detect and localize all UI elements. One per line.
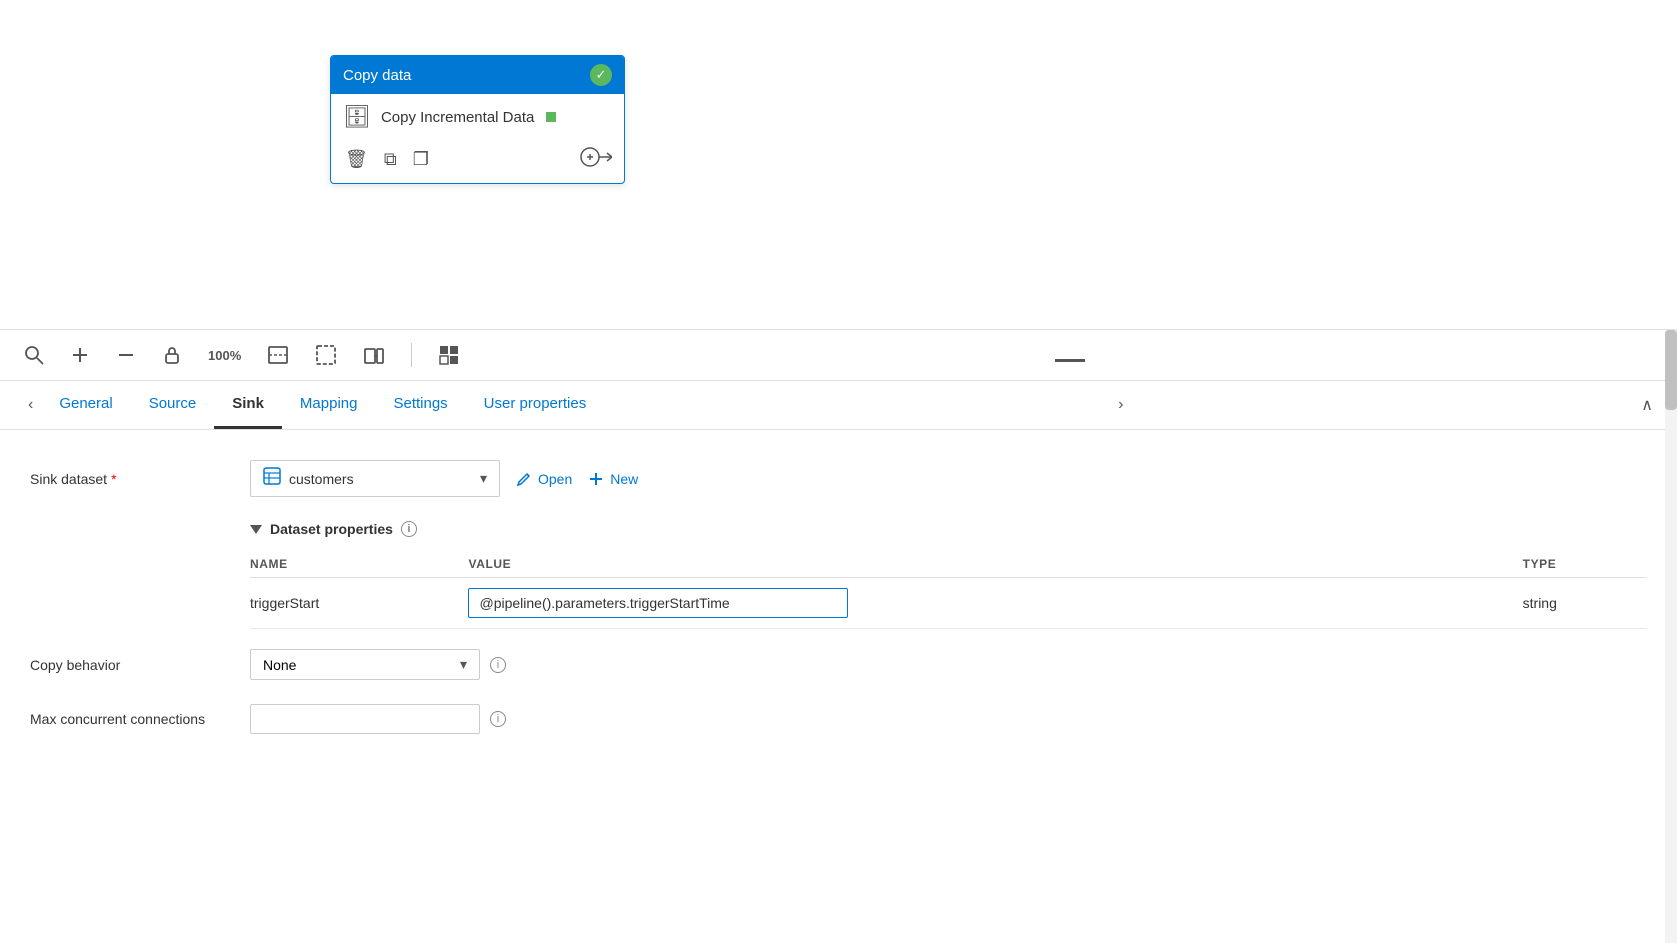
open-link[interactable]: Open bbox=[516, 471, 572, 487]
pipeline-node: Copy data ✓ 🗄 Copy Incremental Data 🗑 ⧉ … bbox=[330, 55, 625, 184]
max-concurrent-info-icon[interactable]: i bbox=[490, 711, 506, 727]
sink-dataset-dropdown[interactable]: customers ▾ bbox=[250, 460, 500, 497]
copy-behavior-chevron: ▾ bbox=[460, 656, 467, 673]
fit-window-button[interactable] bbox=[359, 340, 389, 370]
dropdown-chevron: ▾ bbox=[480, 470, 487, 487]
layout-button[interactable] bbox=[434, 340, 464, 370]
node-add-button[interactable] bbox=[580, 146, 612, 173]
fit-page-icon bbox=[267, 344, 289, 366]
tab-forward-button[interactable]: › bbox=[1110, 384, 1131, 426]
copy-behavior-label: Copy behavior bbox=[30, 657, 250, 673]
toolbar-divider bbox=[411, 343, 412, 367]
scrollbar-track bbox=[1665, 330, 1677, 943]
max-concurrent-label: Max concurrent connections bbox=[30, 711, 250, 727]
zoom-label: 100% bbox=[208, 348, 241, 363]
tab-user-properties[interactable]: User properties bbox=[466, 381, 605, 429]
node-delete-button[interactable]: 🗑 bbox=[343, 147, 370, 172]
select-area-button[interactable] bbox=[311, 340, 341, 370]
plus-icon bbox=[70, 345, 90, 365]
max-concurrent-row: Max concurrent connections i bbox=[30, 704, 1647, 734]
copy-data-icon: 🗄 bbox=[343, 104, 371, 130]
section-title: Dataset properties bbox=[270, 521, 393, 537]
zoom-in-button[interactable] bbox=[66, 341, 94, 369]
scrollbar-thumb[interactable] bbox=[1665, 330, 1677, 410]
tab-mapping[interactable]: Mapping bbox=[282, 381, 376, 429]
sink-dataset-row: Sink dataset * customers ▾ bbox=[30, 460, 1647, 497]
required-star: * bbox=[111, 471, 116, 487]
trigger-start-input[interactable] bbox=[468, 588, 848, 618]
zoom-out-button[interactable] bbox=[112, 341, 140, 369]
table-row: triggerStart string bbox=[250, 578, 1647, 629]
edit-icon bbox=[516, 471, 532, 487]
main-content: Sink dataset * customers ▾ bbox=[0, 430, 1677, 941]
properties-table: NAME VALUE TYPE triggerStart string bbox=[250, 551, 1647, 629]
node-body: 🗄 Copy Incremental Data bbox=[331, 94, 624, 140]
copy-behavior-info-icon[interactable]: i bbox=[490, 657, 506, 673]
node-name: Copy Incremental Data bbox=[381, 109, 534, 126]
tab-settings[interactable]: Settings bbox=[375, 381, 465, 429]
table-icon bbox=[263, 467, 281, 485]
node-header-label: Copy data bbox=[343, 67, 411, 84]
add-arrow-icon bbox=[580, 146, 612, 168]
dataset-icon bbox=[263, 467, 281, 490]
row-name-cell: triggerStart bbox=[250, 578, 468, 629]
row-type-cell: string bbox=[1523, 578, 1647, 629]
layout-icon bbox=[438, 344, 460, 366]
copy-behavior-value: None bbox=[263, 657, 296, 673]
node-status-indicator bbox=[546, 112, 556, 122]
collapse-triangle[interactable] bbox=[250, 525, 262, 534]
tab-back-button[interactable]: ‹ bbox=[20, 384, 41, 426]
tab-general[interactable]: General bbox=[41, 381, 130, 429]
info-icon[interactable]: i bbox=[401, 521, 417, 537]
minus-icon bbox=[116, 345, 136, 365]
section-header: Dataset properties i bbox=[250, 521, 1647, 537]
fit-window-icon bbox=[363, 344, 385, 366]
dropdown-inner: customers bbox=[263, 467, 354, 490]
toolbar-center bbox=[482, 349, 1657, 362]
node-clone-button[interactable]: ❐ bbox=[411, 147, 431, 172]
tab-sink[interactable]: Sink bbox=[214, 381, 282, 429]
col-type-header: TYPE bbox=[1523, 551, 1647, 578]
row-value-cell bbox=[468, 578, 1522, 629]
tab-collapse-button[interactable]: ∧ bbox=[1637, 383, 1657, 427]
dataset-properties-section: Dataset properties i NAME VALUE TYPE tri… bbox=[250, 521, 1647, 629]
lock-icon bbox=[162, 345, 182, 365]
zoom-100-button[interactable]: 100% bbox=[204, 344, 245, 367]
node-copy-button[interactable]: ⧉ bbox=[382, 147, 399, 172]
max-concurrent-input[interactable] bbox=[250, 704, 480, 734]
sink-dataset-value: customers bbox=[289, 471, 354, 487]
tabs-bar: ‹ General Source Sink Mapping Settings U… bbox=[0, 381, 1677, 430]
copy-behavior-dropdown[interactable]: None ▾ bbox=[250, 649, 480, 680]
col-name-header: NAME bbox=[250, 551, 468, 578]
copy-behavior-row: Copy behavior None ▾ i bbox=[30, 649, 1647, 680]
select-area-icon bbox=[315, 344, 337, 366]
add-icon bbox=[588, 471, 604, 487]
node-check-icon: ✓ bbox=[590, 64, 612, 86]
canvas-area: Copy data ✓ 🗄 Copy Incremental Data 🗑 ⧉ … bbox=[0, 0, 1677, 330]
node-header: Copy data ✓ bbox=[331, 56, 624, 94]
lock-button[interactable] bbox=[158, 341, 186, 369]
sink-dataset-label: Sink dataset * bbox=[30, 471, 250, 487]
toolbar: 100% bbox=[0, 330, 1677, 381]
col-value-header: VALUE bbox=[468, 551, 1522, 578]
new-link[interactable]: New bbox=[588, 471, 638, 487]
fit-page-button[interactable] bbox=[263, 340, 293, 370]
search-button[interactable] bbox=[20, 341, 48, 369]
drag-handle bbox=[1055, 359, 1085, 362]
tab-source[interactable]: Source bbox=[131, 381, 215, 429]
search-icon bbox=[24, 345, 44, 365]
node-actions: 🗑 ⧉ ❐ bbox=[331, 140, 624, 183]
